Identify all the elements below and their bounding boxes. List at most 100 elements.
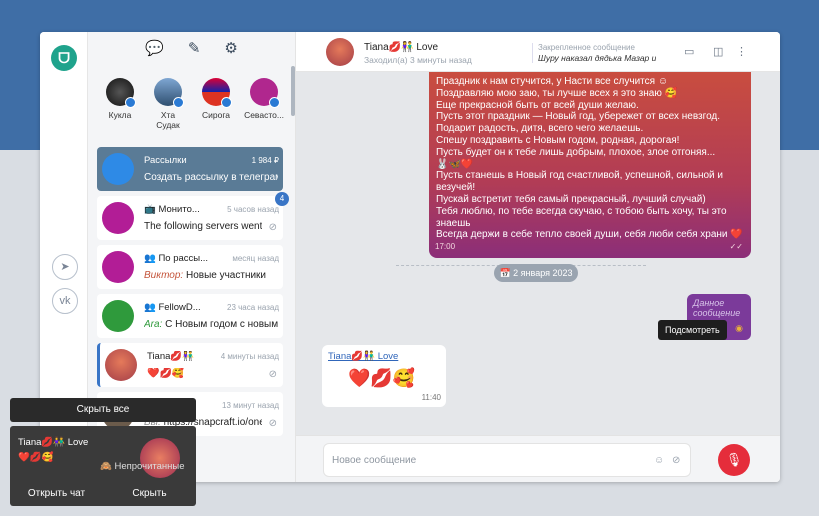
chat-name: Tiana💋👫 — [147, 351, 195, 362]
group-icon — [102, 300, 134, 332]
avatar — [202, 78, 232, 108]
message-line: Подарит радость, дитя, всего чего желаеш… — [436, 123, 644, 135]
list-item[interactable]: Tiana💋👫 4 минуты назад ❤️💋🥰 ⊘ — [97, 343, 283, 387]
telegram-icon[interactable]: ➤ — [52, 254, 78, 280]
chat-time: 4 минуты назад — [220, 352, 279, 361]
notification-title: Tiana💋👫 Love — [18, 437, 89, 448]
scrollbar[interactable] — [291, 66, 295, 116]
chat-preview: The following servers went — [144, 221, 262, 232]
notification-body: ❤️💋🥰 — [18, 452, 54, 463]
pinned-title: Закрепленное сообщение — [538, 43, 635, 52]
sender-name[interactable]: Tiana💋👫 Love — [328, 351, 440, 362]
notification: Tiana💋👫 Love ❤️💋🥰 🙈 Непрочитанные Открыт… — [10, 426, 196, 506]
message-bubble[interactable]: Tiana💋👫 Love ❤️💋🥰 11:40 — [322, 345, 446, 407]
avatar — [105, 349, 137, 381]
message-text: ❤️💋🥰 — [348, 368, 416, 388]
message-line: Всегда держи в себе тепло своей души, се… — [436, 229, 743, 241]
list-item[interactable]: 👥 По рассы... месяц назад Виктор: Новые … — [97, 245, 283, 289]
avatar[interactable] — [326, 38, 354, 66]
list-item[interactable]: 📺 Монито... 5 часов назад The following … — [97, 192, 289, 240]
message-line: 🐰🦋❤️ — [436, 158, 474, 170]
chat-time: 23 часа назад — [227, 303, 279, 312]
message-line: Пусть станешь в Новый год счастливой, ус… — [436, 170, 724, 182]
story-item[interactable]: Хта Судак — [148, 78, 188, 130]
message-line: Спешу поздравить с Новым годом, родная, … — [436, 134, 680, 146]
avatar — [106, 78, 136, 108]
chat-name: Рассылки — [144, 155, 187, 166]
tv-icon — [102, 202, 134, 234]
avatar — [250, 78, 280, 108]
chat-header: Tiana💋👫 Love Заходил(а) 3 минуты назад З… — [296, 32, 780, 72]
chat-preview: Виктор: Новые участники — [144, 270, 267, 281]
story-label: Кукла — [108, 110, 132, 120]
message-bubble[interactable]: Праздник к нам стучится, у Насти все слу… — [429, 72, 751, 258]
read-check-icon: ✓✓ — [729, 242, 743, 252]
chat-name: 📺 Монито... — [144, 204, 200, 215]
story-label: Сирога — [202, 110, 230, 120]
more-icon[interactable]: ⋮ — [736, 45, 747, 58]
chat-time: 13 минут назад — [222, 401, 279, 410]
vk-icon[interactable]: vk — [52, 288, 78, 314]
chat-icon[interactable]: 💬 — [145, 39, 164, 57]
story-item[interactable]: Сирога — [196, 78, 236, 126]
message-line: Пускай встретит тебя самый прекрасный, л… — [436, 193, 706, 205]
list-toolbar: 💬 ✎ ⚙ — [88, 32, 295, 64]
list-item[interactable]: 👥 FellowD... 23 часа назад Ara: С Новым … — [97, 294, 283, 338]
avatar — [140, 438, 180, 478]
emoji-icon[interactable]: ☺ — [654, 455, 664, 466]
chat-panel: Tiana💋👫 Love Заходил(а) 3 минуты назад З… — [296, 32, 780, 482]
composer: Новое сообщение ☺ ⊘ 🎙 — [296, 435, 780, 482]
chat-name: 👥 FellowD... — [144, 302, 201, 313]
message-input[interactable]: Новое сообщение ☺ ⊘ — [323, 443, 691, 477]
layout-icon[interactable]: ◫ — [713, 45, 723, 58]
chat-preview: ❤️💋🥰 — [147, 368, 185, 379]
chat-name: 👥 По рассы... — [144, 253, 209, 264]
stories-row: Кукла Хта Судак Сирога Севасто... — [88, 64, 295, 130]
attachment-icon[interactable]: ⊘ — [672, 455, 680, 466]
message-line: Пусть этот праздник — Новый год, убереже… — [436, 111, 721, 123]
message-line: Еще прекрасной быть от всей души желаю. — [436, 99, 639, 111]
list-item[interactable]: Рассылки 1 984 ₽ Создать рассылку в теле… — [97, 147, 283, 191]
unread-badge: 4 — [275, 192, 289, 206]
video-icon[interactable]: ▭ — [684, 45, 694, 58]
message-time: 11:40 — [421, 393, 441, 402]
attachment-icon: ⊘ — [268, 222, 277, 233]
message-placeholder: Новое сообщение — [332, 455, 417, 466]
pinned-message[interactable]: Закрепленное сообщение Шуру наказал дядь… — [532, 43, 656, 63]
compose-icon[interactable]: ✎ — [188, 39, 201, 57]
chat-time: 5 часов назад — [227, 205, 279, 214]
logo-icon[interactable]: ᗜ — [51, 45, 77, 71]
attachment-icon: ⊘ — [268, 418, 277, 429]
message-line: Поздравляю мою заю, ты лучше всех я это … — [436, 87, 678, 99]
chat-preview: Создать рассылку в телеграм — [144, 172, 278, 183]
attachment-icon: ⊘ — [268, 369, 277, 380]
open-chat-button[interactable]: Открыть чат — [10, 482, 103, 506]
date-divider: 📅 2 января 2023 — [494, 264, 578, 282]
message-line: Тебя люблю, по тебе всегда скучаю, с тоб… — [436, 205, 727, 217]
story-item[interactable]: Кукла — [100, 78, 140, 126]
chat-preview: Ara: С Новым годом с новым — [144, 319, 278, 330]
settings-icon[interactable]: ⚙ — [224, 39, 237, 57]
tooltip: Подсмотреть — [658, 320, 727, 340]
story-label: Хта Судак — [156, 110, 180, 130]
pinned-text: Шуру наказал дядька Мазар и ... — [538, 53, 656, 63]
hide-all-button[interactable]: Скрыть все — [10, 398, 196, 422]
story-label: Севасто... — [244, 110, 284, 120]
chat-time: месяц назад — [232, 254, 279, 263]
avatar — [154, 78, 184, 108]
group-icon — [102, 251, 134, 283]
message-line: Пусть будет он к тебе лишь добрым, плохо… — [436, 146, 716, 158]
message-line: Праздник к нам стучится, у Насти все слу… — [436, 76, 669, 87]
megaphone-icon — [102, 153, 134, 185]
eye-icon[interactable]: ◉ — [735, 323, 743, 334]
message-time: 17:00 — [435, 242, 456, 252]
unread-label: 🙈 Непрочитанные — [100, 461, 185, 472]
chat-meta: 1 984 ₽ — [251, 156, 279, 165]
hide-button[interactable]: Скрыть — [103, 482, 196, 506]
message-line: везучей! — [436, 182, 476, 194]
last-seen: Заходил(а) 3 минуты назад — [364, 55, 472, 65]
message-line: знаешь — [436, 217, 471, 229]
mic-button[interactable]: 🎙 — [718, 444, 750, 476]
story-item[interactable]: Севасто... — [244, 78, 284, 126]
chat-title[interactable]: Tiana💋👫 Love — [364, 42, 438, 53]
